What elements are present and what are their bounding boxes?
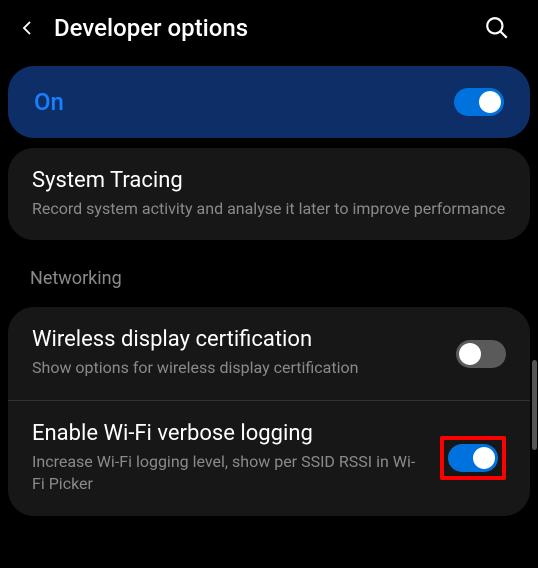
wireless-display-title: Wireless display certification	[32, 327, 440, 352]
networking-section-header: Networking	[0, 250, 538, 297]
networking-card: Wireless display certification Show opti…	[8, 307, 530, 515]
back-icon[interactable]	[18, 16, 36, 40]
wireless-display-toggle[interactable]	[456, 340, 506, 368]
developer-options-master-toggle[interactable]: On	[8, 66, 530, 138]
page-title: Developer options	[54, 14, 466, 42]
toggle-knob	[473, 447, 495, 469]
wifi-verbose-logging-item[interactable]: Enable Wi-Fi verbose logging Increase Wi…	[8, 400, 530, 516]
wireless-display-description: Show options for wireless display certif…	[32, 357, 440, 379]
scrollbar[interactable]	[532, 360, 537, 450]
master-toggle-label: On	[34, 88, 64, 116]
wireless-display-certification-item[interactable]: Wireless display certification Show opti…	[8, 307, 530, 399]
wifi-verbose-title: Enable Wi-Fi verbose logging	[32, 421, 424, 446]
toggle-knob	[459, 343, 481, 365]
header-bar: Developer options	[0, 0, 538, 56]
system-tracing-description: Record system activity and analyse it la…	[32, 198, 506, 220]
system-tracing-card[interactable]: System Tracing Record system activity an…	[8, 148, 530, 240]
system-tracing-item[interactable]: System Tracing Record system activity an…	[8, 148, 530, 240]
wifi-verbose-description: Increase Wi-Fi logging level, show per S…	[32, 451, 424, 496]
master-toggle-switch[interactable]	[454, 88, 504, 116]
highlight-annotation	[440, 436, 506, 480]
system-tracing-title: System Tracing	[32, 168, 506, 193]
toggle-knob	[479, 91, 501, 113]
search-icon[interactable]	[484, 15, 510, 41]
wifi-verbose-toggle[interactable]	[448, 444, 498, 472]
